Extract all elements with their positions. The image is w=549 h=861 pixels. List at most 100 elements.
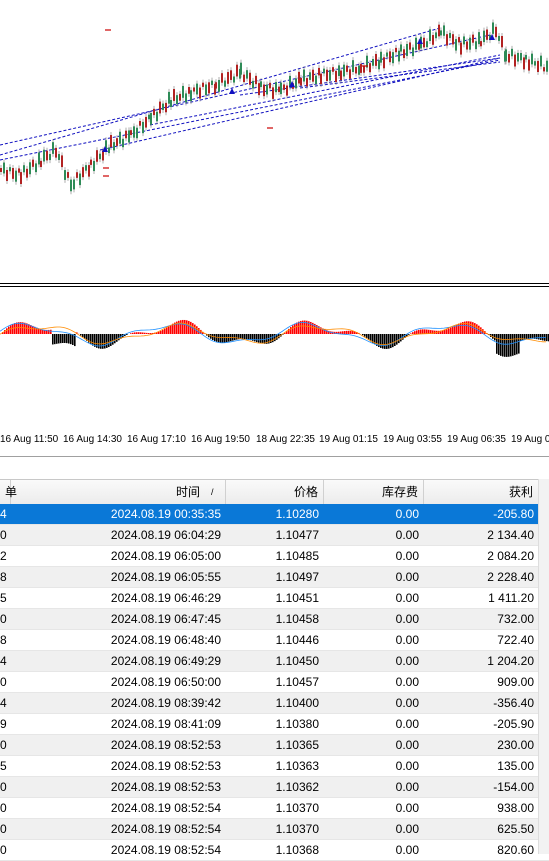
candle <box>329 70 331 81</box>
column-header-profit[interactable]: 获利 <box>424 480 539 504</box>
candle <box>110 135 112 147</box>
table-row[interactable]: 02024.08.19 08:52:541.103700.00938.00 <box>0 798 549 819</box>
candle <box>363 66 365 73</box>
profit-cell: 2 134.40 <box>424 525 539 545</box>
candle <box>236 65 238 77</box>
histogram-bar <box>452 327 454 334</box>
table-row[interactable]: 52024.08.19 08:52:531.103630.00135.00 <box>0 756 549 777</box>
candle <box>480 41 482 46</box>
order-id-cell: 0 <box>0 525 8 545</box>
histogram-bar <box>254 334 256 341</box>
order-id-cell: 0 <box>0 672 8 692</box>
candle <box>514 55 516 67</box>
table-row[interactable]: 02024.08.19 08:52:531.103620.00-154.00 <box>0 777 549 798</box>
table-row[interactable]: 02024.08.19 08:52:531.103650.00230.00 <box>0 735 549 756</box>
histogram-bar <box>460 323 462 334</box>
candle <box>486 30 488 40</box>
histogram-bar <box>424 329 426 334</box>
histogram-bar <box>108 334 110 347</box>
swap-cell: 0.00 <box>324 693 424 713</box>
histogram-bar <box>226 334 228 342</box>
candle <box>466 42 468 50</box>
candle <box>185 93 187 102</box>
candle <box>221 73 223 83</box>
candle <box>531 54 533 65</box>
table-row[interactable]: 92024.08.19 08:41:091.103800.00-205.90 <box>0 714 549 735</box>
histogram-bar <box>114 334 116 343</box>
histogram-bar <box>386 334 388 349</box>
table-row[interactable]: 82024.08.19 06:05:551.104970.002 228.40 <box>0 567 549 588</box>
macd-oscillator[interactable] <box>0 287 549 430</box>
candle <box>326 70 328 81</box>
histogram-bar <box>140 332 142 334</box>
price-cell: 1.10400 <box>226 693 324 713</box>
candle <box>455 39 457 50</box>
time-axis-label: 16 Aug 17:10 <box>127 434 186 445</box>
time-cell: 2024.08.19 08:52:53 <box>8 777 226 797</box>
table-row[interactable]: 42024.08.19 08:39:421.104000.00-356.40 <box>0 693 549 714</box>
table-row[interactable]: 02024.08.19 06:47:451.104580.00732.00 <box>0 609 549 630</box>
histogram-bar <box>64 334 66 343</box>
order-id-cell: 9 <box>0 714 8 734</box>
time-cell: 2024.08.19 08:52:54 <box>8 840 226 860</box>
histogram-bar <box>540 334 542 340</box>
swap-cell: 0.00 <box>324 819 424 839</box>
vertical-scrollbar[interactable] <box>538 479 549 854</box>
table-row[interactable]: 02024.08.19 08:52:541.103680.00820.60 <box>0 840 549 861</box>
candle <box>525 55 527 60</box>
histogram-bar <box>16 322 18 334</box>
table-row[interactable]: 22024.08.19 06:05:001.104850.002 084.20 <box>0 546 549 567</box>
candle <box>73 179 75 189</box>
candle <box>0 168 2 172</box>
candle <box>130 130 132 135</box>
column-header-swap[interactable]: 库存费 <box>324 480 424 504</box>
price-cell: 1.10446 <box>226 630 324 650</box>
histogram-bar <box>104 334 106 349</box>
chart-separator <box>0 283 549 284</box>
column-header-time[interactable]: 时间 / <box>8 480 226 504</box>
histogram-bar <box>146 333 148 334</box>
candle <box>375 54 377 66</box>
candle <box>133 126 135 137</box>
candle <box>9 167 11 171</box>
table-row[interactable]: 02024.08.19 06:04:291.104770.002 134.40 <box>0 525 549 546</box>
column-header-price[interactable]: 价格 <box>226 480 324 504</box>
histogram-bar <box>68 334 70 344</box>
histogram-bar <box>134 332 136 334</box>
time-axis-label: 18 Aug 22:35 <box>256 434 315 445</box>
time-cell: 2024.08.19 08:41:09 <box>8 714 226 734</box>
table-row[interactable]: 82024.08.19 06:48:401.104460.00722.40 <box>0 630 549 651</box>
candle <box>122 139 124 147</box>
table-row[interactable]: 02024.08.19 08:52:541.103700.00625.50 <box>0 819 549 840</box>
histogram-bar <box>382 334 384 349</box>
candle <box>227 72 229 84</box>
profit-cell: -154.00 <box>424 777 539 797</box>
price-cell: 1.10450 <box>226 651 324 671</box>
candle <box>266 84 268 94</box>
table-row[interactable]: 42024.08.19 00:35:351.102800.00-205.80 <box>0 504 549 525</box>
price-cell: 1.10457 <box>226 672 324 692</box>
histogram-bar <box>52 334 54 344</box>
histogram-bar <box>248 334 250 340</box>
candle <box>116 138 118 146</box>
candle <box>423 38 425 48</box>
histogram-bar <box>216 334 218 342</box>
candle <box>303 70 305 82</box>
candle <box>173 89 175 101</box>
candle <box>82 167 84 177</box>
candle <box>90 160 92 165</box>
histogram-bar <box>164 329 166 334</box>
table-row[interactable]: 02024.08.19 06:50:001.104570.00909.00 <box>0 672 549 693</box>
candle <box>383 57 385 68</box>
table-row[interactable]: 42024.08.19 06:49:291.104500.001 204.20 <box>0 651 549 672</box>
candle <box>432 35 434 45</box>
table-row[interactable]: 52024.08.19 06:46:291.104510.001 411.20 <box>0 588 549 609</box>
price-chart[interactable] <box>0 0 549 282</box>
histogram-bar <box>188 321 190 334</box>
histogram-bar <box>394 334 396 346</box>
candle <box>406 44 408 56</box>
time-axis-label: 16 Aug 19:50 <box>191 434 250 445</box>
candle <box>475 41 477 49</box>
profit-cell: 1 204.20 <box>424 651 539 671</box>
histogram-bar <box>504 334 506 357</box>
